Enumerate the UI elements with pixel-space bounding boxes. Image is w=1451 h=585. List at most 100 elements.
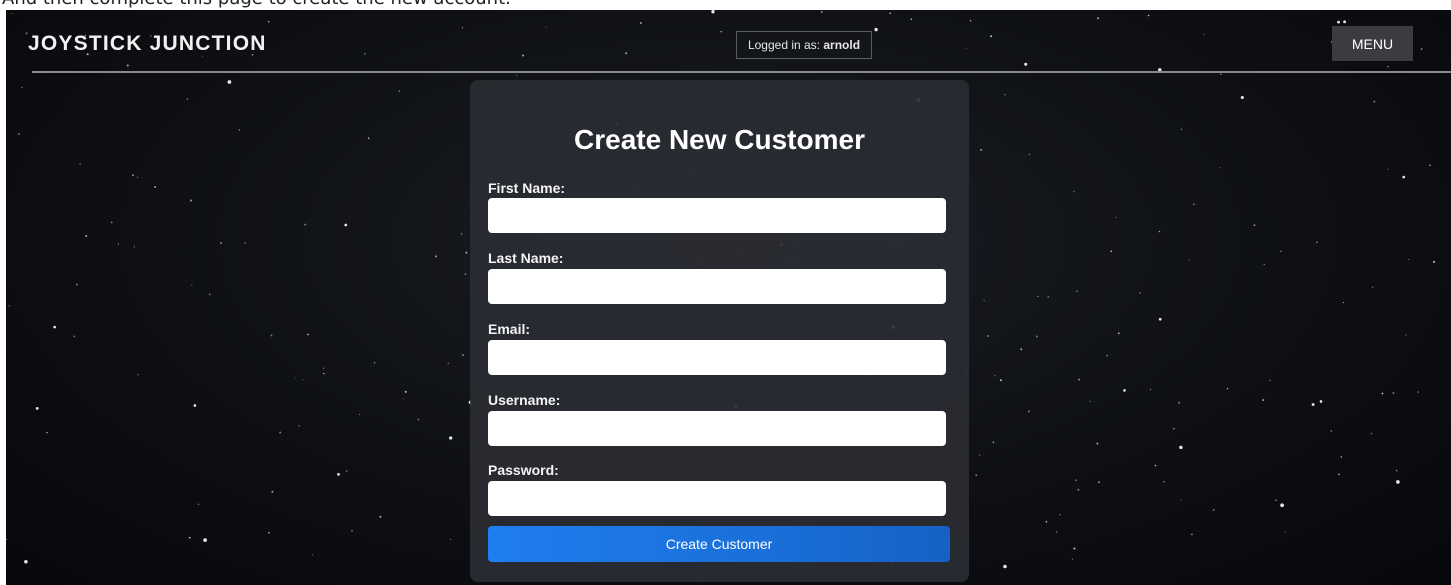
star xyxy=(1106,354,1109,357)
last-name-field[interactable] xyxy=(488,269,946,304)
star xyxy=(238,129,241,131)
star xyxy=(417,418,420,421)
star xyxy=(220,242,222,244)
star xyxy=(450,538,452,541)
star xyxy=(1373,100,1376,103)
star xyxy=(403,398,405,400)
star xyxy=(1311,403,1315,406)
star xyxy=(1212,509,1215,511)
star xyxy=(1371,286,1374,288)
star xyxy=(460,233,463,235)
last-name-label: Last Name: xyxy=(488,250,564,266)
star xyxy=(323,372,325,375)
star xyxy=(344,223,348,227)
star xyxy=(279,431,282,434)
password-field[interactable] xyxy=(488,481,946,516)
star xyxy=(53,325,57,329)
star xyxy=(1020,348,1023,351)
star xyxy=(270,334,273,337)
username-field[interactable] xyxy=(488,411,946,446)
app-viewport: JOYSTICK JUNCTION Logged in as: arnold M… xyxy=(6,10,1451,585)
star xyxy=(21,86,23,89)
brand-logo[interactable]: JOYSTICK JUNCTION xyxy=(28,32,267,56)
star xyxy=(992,441,995,443)
star xyxy=(8,305,10,307)
star xyxy=(193,404,197,407)
email-field[interactable] xyxy=(488,340,946,375)
star xyxy=(137,176,139,178)
star xyxy=(1263,263,1265,265)
header-divider xyxy=(32,71,1451,73)
top-nav: JOYSTICK JUNCTION Logged in as: arnold M… xyxy=(6,10,1451,73)
star xyxy=(271,490,274,493)
star xyxy=(1077,488,1080,491)
star xyxy=(1115,216,1117,219)
first-name-field[interactable] xyxy=(488,198,946,233)
star xyxy=(1408,258,1410,261)
star xyxy=(1342,301,1345,304)
star xyxy=(1253,224,1256,227)
star xyxy=(24,560,28,564)
star xyxy=(1073,547,1076,550)
create-customer-card: Create New Customer First Name: Last Nam… xyxy=(470,80,969,582)
star xyxy=(1395,469,1398,472)
star xyxy=(978,454,981,456)
star xyxy=(302,379,304,381)
star xyxy=(1075,479,1077,482)
menu-button[interactable]: MENU xyxy=(1332,26,1413,61)
star xyxy=(1028,410,1030,413)
star xyxy=(1330,429,1333,432)
star xyxy=(268,532,270,534)
star xyxy=(190,199,192,202)
star xyxy=(1004,93,1006,96)
star xyxy=(373,362,376,364)
star xyxy=(1059,514,1061,516)
star xyxy=(1240,95,1244,100)
star xyxy=(1316,241,1318,244)
star xyxy=(191,284,193,286)
page-title: Create New Customer xyxy=(574,124,865,155)
star xyxy=(1180,499,1182,501)
star xyxy=(983,300,985,302)
star xyxy=(1191,533,1193,536)
star xyxy=(1275,499,1277,501)
star xyxy=(1405,334,1407,336)
star xyxy=(1056,531,1058,533)
username-label: Username: xyxy=(488,392,561,408)
star xyxy=(1192,203,1195,206)
star xyxy=(1098,481,1100,484)
star xyxy=(345,470,348,472)
star xyxy=(1381,392,1384,395)
star xyxy=(294,377,296,379)
star xyxy=(1172,427,1175,430)
star xyxy=(188,536,191,539)
star xyxy=(1219,73,1222,76)
create-customer-button[interactable]: Create Customer xyxy=(488,526,950,562)
star xyxy=(85,234,88,237)
star xyxy=(1117,332,1120,335)
star xyxy=(465,251,468,254)
star xyxy=(311,554,313,556)
star xyxy=(449,436,453,440)
email-label: Email: xyxy=(488,321,531,337)
star xyxy=(435,255,438,258)
login-username: arnold xyxy=(823,38,861,52)
star xyxy=(6,538,7,541)
star xyxy=(359,413,361,416)
star xyxy=(1280,250,1282,253)
star xyxy=(1226,387,1229,390)
star xyxy=(1089,400,1091,402)
star xyxy=(35,407,39,410)
first-name-label: First Name: xyxy=(488,180,566,196)
star xyxy=(18,133,20,135)
star xyxy=(110,221,113,224)
star xyxy=(1433,260,1435,263)
star xyxy=(1284,531,1286,533)
star xyxy=(1428,164,1431,167)
star xyxy=(154,185,157,188)
login-status-badge: Logged in as: arnold xyxy=(736,31,872,59)
star xyxy=(1037,295,1039,298)
star xyxy=(1269,379,1271,382)
star xyxy=(132,174,134,177)
star xyxy=(1035,335,1038,338)
